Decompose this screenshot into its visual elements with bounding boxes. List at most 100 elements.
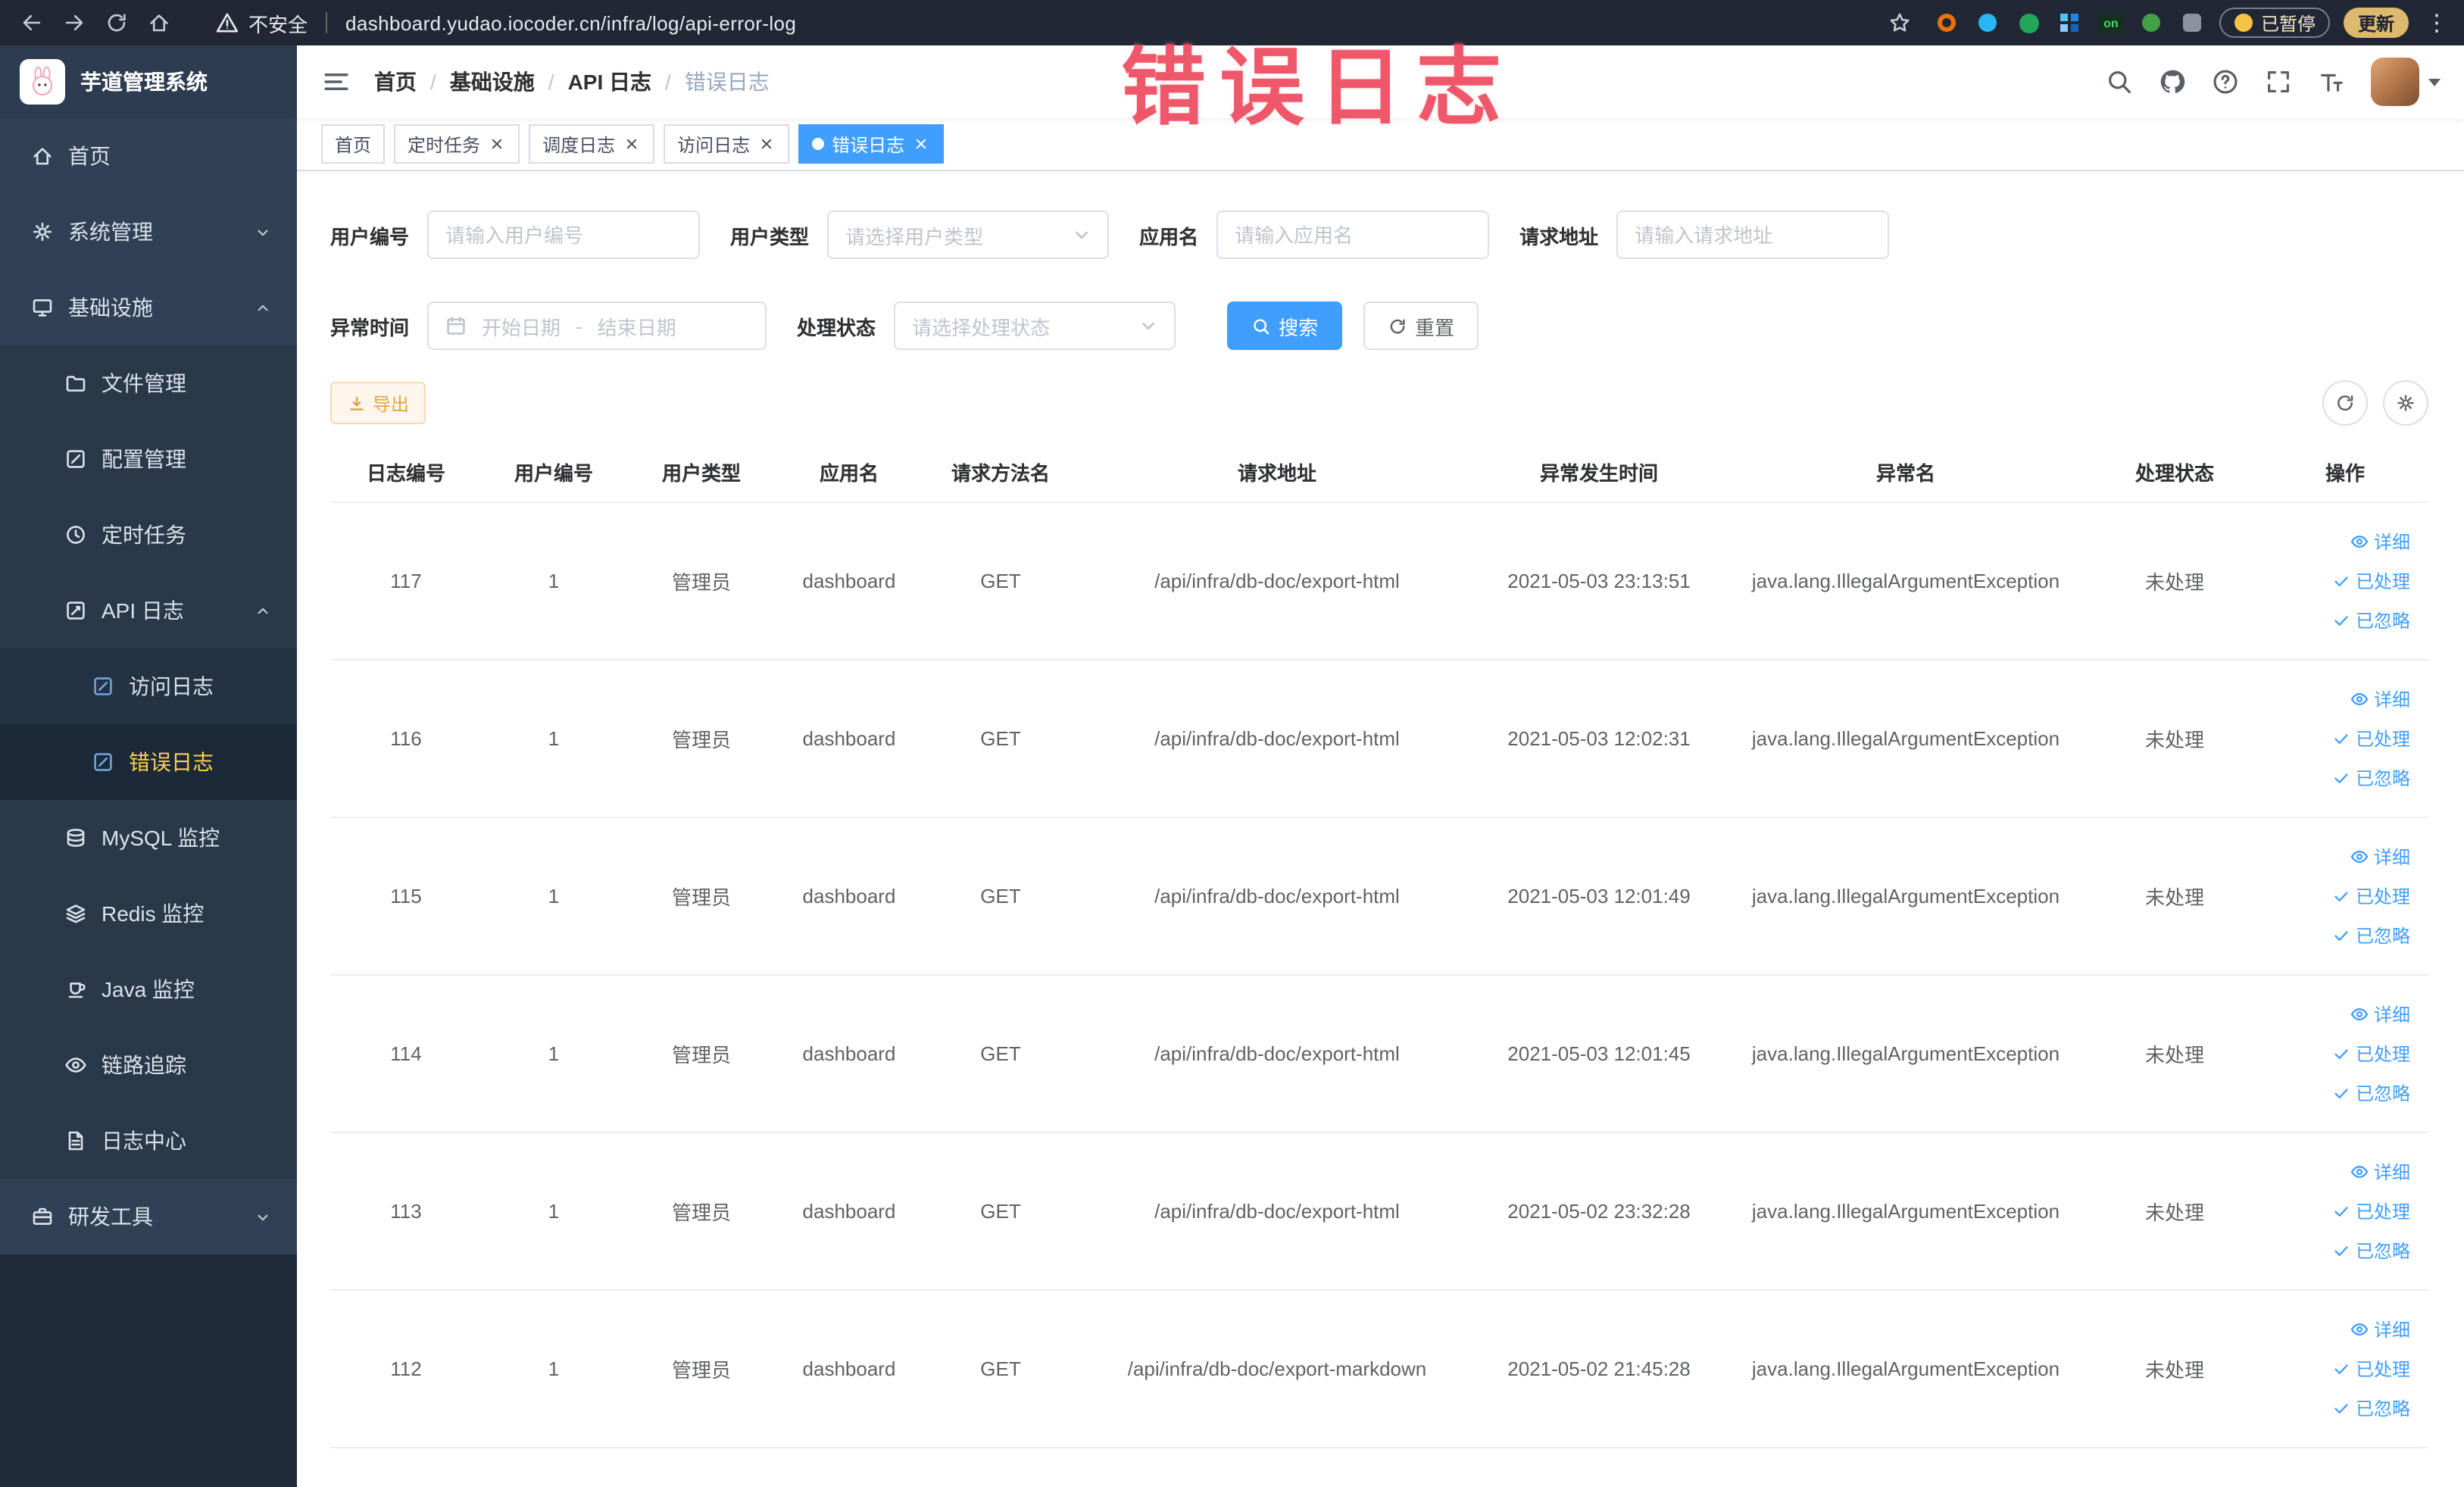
sidebar-item-redis-monitor[interactable]: Redis 监控 — [0, 876, 297, 951]
browser-menu-icon[interactable]: ⋮ — [2422, 9, 2452, 36]
sidebar-item-home[interactable]: 首页 — [0, 118, 297, 194]
reset-button[interactable]: 重置 — [1363, 301, 1479, 350]
processed-link[interactable]: 已处理 — [2331, 1198, 2410, 1223]
logo[interactable]: 芋道管理系统 — [0, 45, 297, 118]
tab-home[interactable]: 首页 — [321, 124, 386, 164]
back-button[interactable] — [12, 3, 52, 42]
home-button[interactable] — [139, 3, 179, 42]
ignored-link[interactable]: 已忽略 — [2331, 607, 2410, 633]
forward-button[interactable] — [55, 3, 94, 42]
ignored-link[interactable]: 已忽略 — [2331, 922, 2410, 948]
check-icon — [2334, 1245, 2348, 1255]
update-button[interactable]: 更新 — [2344, 8, 2408, 38]
detail-link[interactable]: 详细 — [2350, 686, 2410, 711]
app-name-input[interactable] — [1216, 211, 1490, 259]
process-status-select[interactable]: 请选择处理状态 — [894, 301, 1176, 350]
processed-link[interactable]: 已处理 — [2331, 1355, 2410, 1381]
extension-icon-orange-ring[interactable] — [1934, 9, 1961, 36]
sidebar-item-error-log[interactable]: 错误日志 — [0, 724, 297, 800]
user-type-select[interactable]: 请选择用户类型 — [827, 211, 1110, 259]
ignored-link[interactable]: 已忽略 — [2331, 1079, 2410, 1105]
processed-link[interactable]: 已处理 — [2331, 883, 2410, 908]
ignored-link[interactable]: 已忽略 — [2331, 1395, 2410, 1420]
processed-link[interactable]: 已处理 — [2331, 567, 2410, 593]
detail-link[interactable]: 详细 — [2350, 1316, 2410, 1342]
sidebar-item-mysql-monitor[interactable]: MySQL 监控 — [0, 800, 297, 876]
search-icon[interactable] — [2105, 68, 2132, 95]
extension-icon-green[interactable] — [2016, 9, 2043, 36]
sidebar-item-config-management[interactable]: 配置管理 — [0, 421, 297, 497]
paused-badge[interactable]: 已暂停 — [2219, 8, 2331, 38]
export-label: 导出 — [373, 393, 410, 414]
bookmark-star-icon[interactable] — [1881, 3, 1920, 42]
close-icon[interactable] — [912, 135, 930, 153]
extension-icon-blue[interactable] — [1975, 9, 2002, 36]
exception-time-range-picker[interactable]: 开始日期 - 结束日期 — [427, 301, 767, 350]
reload-button[interactable] — [97, 3, 136, 42]
sidebar-item-scheduled-tasks[interactable]: 定时任务 — [0, 497, 297, 573]
sidebar-collapse-icon[interactable] — [321, 67, 351, 97]
error-log-table: 日志编号 用户编号 用户类型 应用名 请求方法名 请求地址 异常发生时间 异常名… — [330, 444, 2428, 1448]
tab-error-log[interactable]: 错误日志 — [798, 124, 945, 164]
export-button[interactable]: 导出 — [330, 382, 426, 424]
filter-user-type: 用户类型 请选择用户类型 — [730, 211, 1110, 259]
breadcrumb-item-home[interactable]: 首页 — [374, 67, 417, 97]
processed-link[interactable]: 已处理 — [2331, 725, 2410, 751]
extension-icon-grid[interactable] — [2056, 9, 2084, 36]
cell-status: 未处理 — [2088, 817, 2262, 975]
home-icon — [33, 148, 52, 165]
extension-icon-on-badge[interactable]: on — [2097, 9, 2125, 36]
close-icon[interactable] — [757, 135, 776, 153]
search-button[interactable]: 搜索 — [1227, 301, 1343, 350]
processed-link[interactable]: 已处理 — [2331, 1040, 2410, 1066]
column-settings-button[interactable] — [2382, 380, 2428, 426]
sidebar-item-api-logs[interactable]: API 日志 — [0, 573, 297, 648]
ignored-link[interactable]: 已忽略 — [2331, 1237, 2410, 1263]
tab-scheduled-tasks[interactable]: 定时任务 — [394, 124, 520, 164]
sidebar-item-trace[interactable]: 链路追踪 — [0, 1027, 297, 1103]
tab-dispatch-log[interactable]: 调度日志 — [529, 124, 655, 164]
fullscreen-icon[interactable] — [2264, 68, 2291, 95]
address-bar[interactable]: dashboard.yudao.iocoder.cn/infra/log/api… — [345, 11, 796, 34]
user-id-input[interactable] — [427, 211, 701, 259]
cell-method: GET — [921, 501, 1080, 660]
extension-icon-leaf[interactable] — [2138, 9, 2166, 36]
close-icon[interactable] — [488, 135, 506, 153]
request-url-input[interactable] — [1616, 211, 1890, 259]
github-icon[interactable] — [2158, 68, 2185, 95]
cell-time: 2021-05-03 23:13:51 — [1474, 501, 1724, 660]
sidebar-item-system-management[interactable]: 系统管理 — [0, 194, 297, 270]
column-header-method: 请求方法名 — [921, 444, 1080, 502]
user-menu[interactable] — [2370, 58, 2440, 106]
extension-icon-puzzle[interactable] — [2179, 9, 2206, 36]
breadcrumb-item-api-logs[interactable]: API 日志 — [568, 67, 651, 97]
detail-link[interactable]: 详细 — [2350, 843, 2410, 869]
cell-app: dashboard — [777, 501, 921, 660]
sidebar-item-java-monitor[interactable]: Java 监控 — [0, 951, 297, 1027]
detail-link[interactable]: 详细 — [2350, 1158, 2410, 1184]
breadcrumb-item-infrastructure[interactable]: 基础设施 — [450, 67, 535, 97]
cell-app: dashboard — [777, 817, 921, 975]
chevron-down-icon — [258, 229, 268, 236]
paused-label: 已暂停 — [2260, 13, 2316, 34]
sidebar-item-devtools[interactable]: 研发工具 — [0, 1179, 297, 1254]
cell-actions: 详细 已处理 已忽略 — [2262, 974, 2428, 1132]
divider — [326, 12, 328, 33]
refresh-button[interactable] — [2322, 380, 2367, 426]
close-icon[interactable] — [623, 135, 641, 153]
chevron-down-icon — [1142, 322, 1154, 330]
ignored-link[interactable]: 已忽略 — [2331, 764, 2410, 790]
sidebar-item-log-center[interactable]: 日志中心 — [0, 1103, 297, 1179]
tab-access-log[interactable]: 访问日志 — [664, 124, 790, 164]
font-size-icon[interactable] — [2317, 68, 2344, 95]
sidebar-item-access-log[interactable]: 访问日志 — [0, 648, 297, 724]
cell-status: 未处理 — [2088, 501, 2262, 660]
calendar-icon — [447, 316, 465, 335]
breadcrumb-item-error-log: 错误日志 — [684, 70, 770, 94]
detail-link[interactable]: 详细 — [2350, 528, 2410, 554]
help-icon[interactable] — [2211, 68, 2238, 95]
detail-link[interactable]: 详细 — [2350, 1001, 2410, 1026]
sidebar-item-infrastructure[interactable]: 基础设施 — [0, 270, 297, 345]
sidebar-item-file-management[interactable]: 文件管理 — [0, 345, 297, 421]
security-indicator[interactable]: 不安全 — [215, 8, 308, 37]
